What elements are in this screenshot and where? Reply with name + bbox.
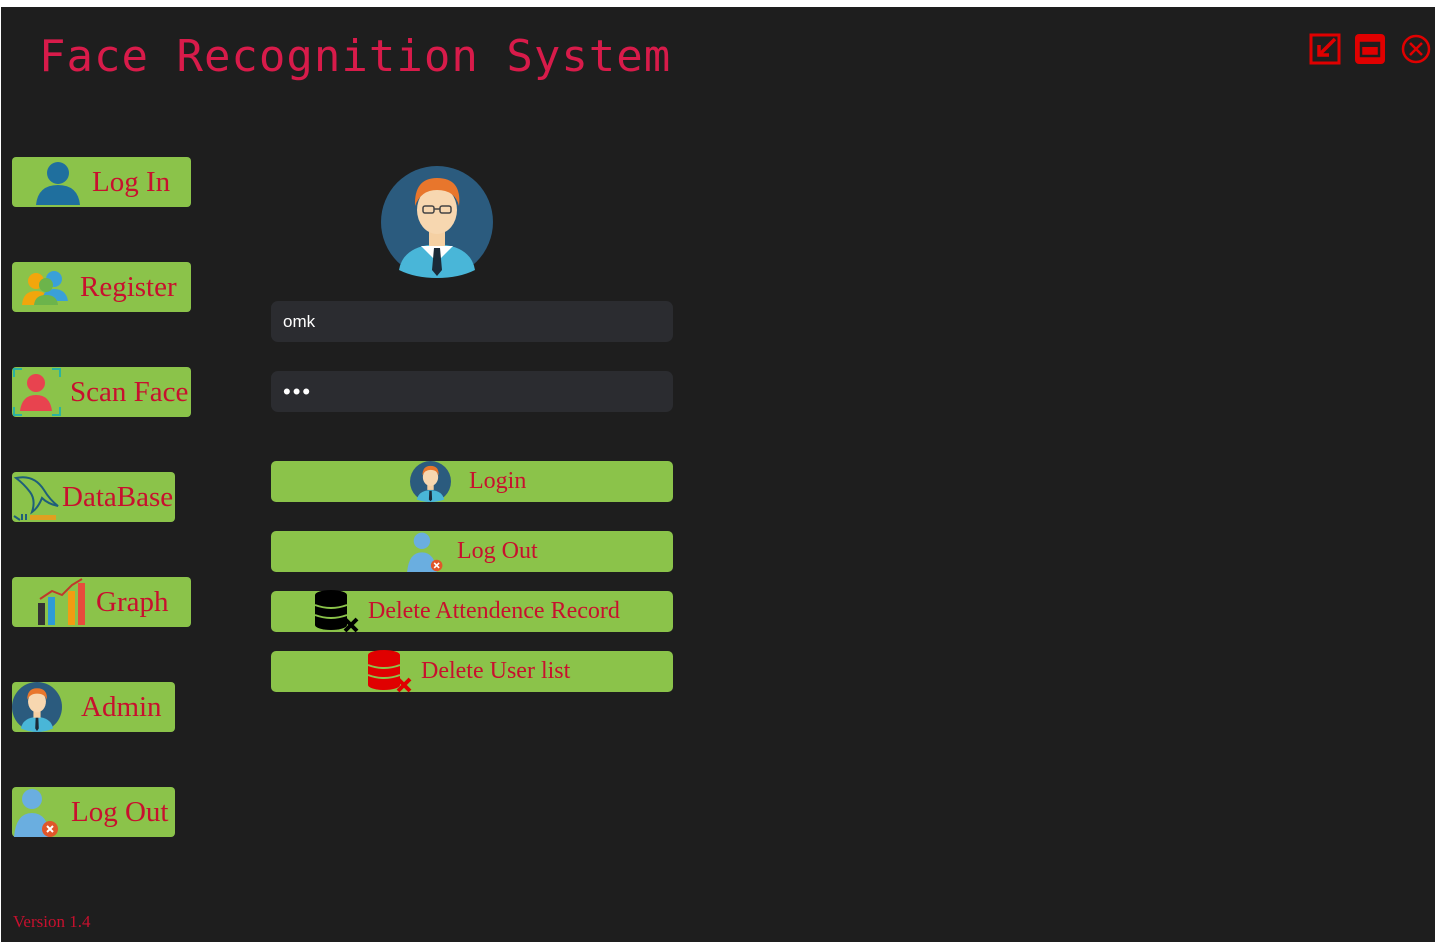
sidebar-item-login[interactable]: Log In: [12, 157, 191, 207]
user-logout-icon: [12, 787, 62, 837]
sidebar-item-register[interactable]: Register: [12, 262, 191, 312]
close-icon[interactable]: [1400, 33, 1432, 65]
user-icon: [32, 157, 84, 207]
delete-attendance-button[interactable]: Delete Attendence Record: [271, 590, 673, 633]
database-delete-icon: [366, 649, 414, 701]
sidebar-item-graph[interactable]: Graph: [12, 577, 191, 627]
face-scan-icon: [12, 367, 62, 417]
login-button-label: Login: [469, 468, 527, 494]
sidebar-item-scan-face[interactable]: Scan Face: [12, 367, 191, 417]
admin-avatar-icon: [381, 166, 493, 278]
admin-avatar-icon: [12, 682, 62, 732]
app-window: Face Recognition System Log In Register …: [1, 7, 1435, 942]
minimize-arrow-icon[interactable]: [1309, 33, 1341, 65]
maximize-icon[interactable]: [1354, 33, 1386, 65]
sidebar-item-label: Scan Face: [70, 376, 189, 408]
password-field[interactable]: [271, 371, 673, 412]
bar-chart-icon: [36, 577, 88, 627]
login-button[interactable]: Login: [271, 461, 673, 502]
logout-button[interactable]: Log Out: [271, 531, 673, 572]
sidebar-item-database[interactable]: DataBase: [12, 472, 175, 522]
delete-users-label: Delete User list: [421, 658, 571, 684]
admin-avatar-icon: [408, 461, 453, 509]
users-group-icon: [20, 262, 72, 312]
sidebar-item-label: Log In: [92, 166, 171, 198]
mysql-dolphin-icon: [12, 472, 62, 522]
sidebar-item-label: Admin: [81, 691, 162, 723]
sidebar-item-label: Register: [80, 271, 177, 303]
version-label: Version 1.4: [13, 912, 91, 931]
user-logout-icon: [405, 531, 447, 579]
app-title: Face Recognition System: [39, 31, 672, 82]
sidebar-item-label: Graph: [96, 586, 169, 618]
logout-button-label: Log Out: [457, 538, 538, 564]
username-field[interactable]: [271, 301, 673, 342]
sidebar-item-admin[interactable]: Admin: [12, 682, 175, 732]
sidebar-item-label: DataBase: [62, 481, 174, 513]
sidebar-item-logout[interactable]: Log Out: [12, 787, 175, 837]
delete-attendance-label: Delete Attendence Record: [368, 598, 620, 624]
database-delete-icon: [313, 589, 361, 641]
delete-users-button[interactable]: Delete User list: [271, 650, 673, 693]
sidebar-item-label: Log Out: [71, 796, 169, 828]
